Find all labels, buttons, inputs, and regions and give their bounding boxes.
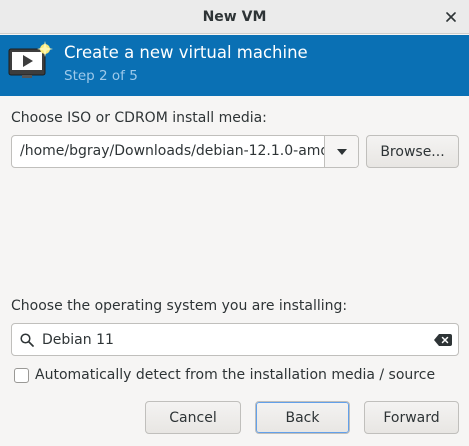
auto-detect-checkbox[interactable] [14,367,29,383]
chevron-down-icon [336,144,348,160]
cancel-button[interactable]: Cancel [145,401,241,434]
forward-button[interactable]: Forward [364,401,459,434]
vm-monitor-icon [8,41,54,81]
iso-path-input[interactable]: /home/bgray/Downloads/debian-12.1.0-amd6 [12,136,324,167]
iso-dropdown-button[interactable] [324,136,358,167]
os-search-input[interactable]: Debian 11 [42,332,428,348]
page-title: Create a new virtual machine [64,43,308,62]
iso-path-combo[interactable]: /home/bgray/Downloads/debian-12.1.0-amd6 [11,135,359,168]
auto-detect-row[interactable]: Automatically detect from the installati… [14,365,435,385]
header-banner: Create a new virtual machine Step 2 of 5 [0,35,469,96]
close-icon[interactable] [443,9,459,25]
title-bar: New VM [0,0,469,34]
back-button[interactable]: Back [255,401,350,434]
media-label: Choose ISO or CDROM install media: [11,110,267,126]
browse-button[interactable]: Browse... [366,135,459,168]
os-search-field[interactable]: Debian 11 [11,323,459,356]
os-label: Choose the operating system you are inst… [11,298,348,314]
search-icon [12,332,42,347]
window-title: New VM [202,8,267,25]
step-indicator: Step 2 of 5 [64,68,138,84]
auto-detect-label: Automatically detect from the installati… [35,367,436,383]
clear-icon[interactable] [428,333,458,346]
